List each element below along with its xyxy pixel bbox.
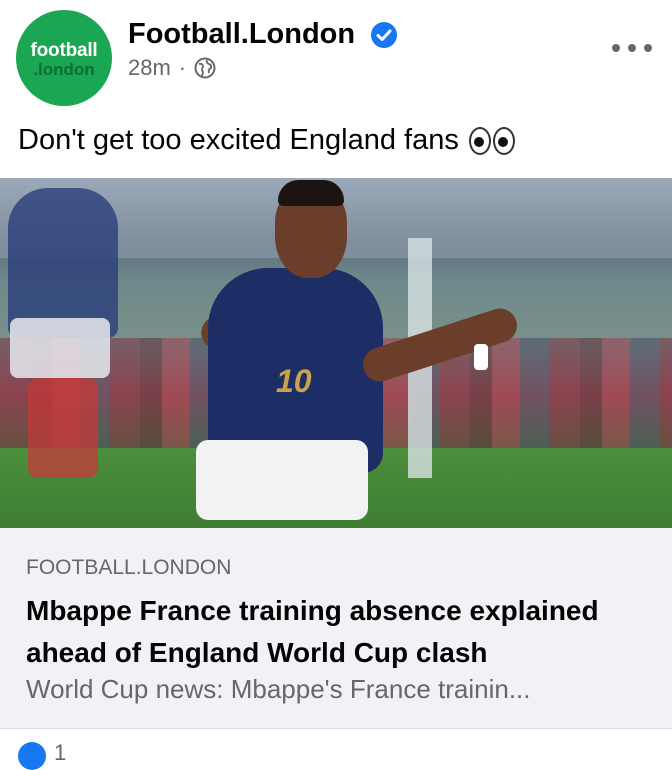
page-avatar[interactable]: football .london — [16, 10, 112, 106]
eye-right — [492, 126, 515, 155]
link-preview[interactable]: FOOTBALL.LONDON Mbappe France training a… — [0, 528, 672, 728]
avatar-logo-text: football — [30, 40, 98, 61]
jersey-number: 10 — [276, 363, 312, 399]
eyes-emoji-icon — [468, 126, 515, 155]
link-domain: FOOTBALL.LONDON — [26, 556, 232, 579]
divider — [0, 728, 672, 729]
verified-badge-icon — [371, 22, 397, 48]
caption-text: Don't get too excited England fans — [18, 124, 459, 156]
post-meta: 28m · — [128, 55, 216, 81]
page-name-link[interactable]: Football.London — [128, 18, 355, 51]
post-timestamp[interactable]: 28m — [128, 55, 171, 81]
like-reaction-icon[interactable] — [18, 742, 46, 770]
eye-left — [468, 126, 491, 155]
more-dot — [628, 44, 636, 52]
avatar-logo-subtext: .london — [33, 60, 95, 79]
reaction-count[interactable]: 1 — [54, 740, 66, 766]
meta-separator: · — [178, 55, 187, 80]
background-player-legs — [28, 378, 98, 478]
link-description: World Cup news: Mbappe's France trainin.… — [26, 674, 531, 704]
player-shorts — [196, 440, 368, 520]
player-wristband — [474, 344, 488, 370]
more-options-icon[interactable] — [612, 38, 652, 58]
globe-icon — [194, 57, 216, 79]
post-header: football .london Football.London 28m · — [0, 0, 672, 120]
background-player-shorts — [10, 318, 110, 378]
more-dot — [644, 44, 652, 52]
more-dot — [612, 44, 620, 52]
link-title[interactable]: Mbappe France training absence explained… — [26, 590, 656, 674]
post-photo[interactable]: 10 — [0, 178, 672, 528]
player-hair — [278, 180, 344, 206]
post-caption: Don't get too excited England fans — [18, 124, 515, 157]
background-player — [8, 188, 118, 338]
